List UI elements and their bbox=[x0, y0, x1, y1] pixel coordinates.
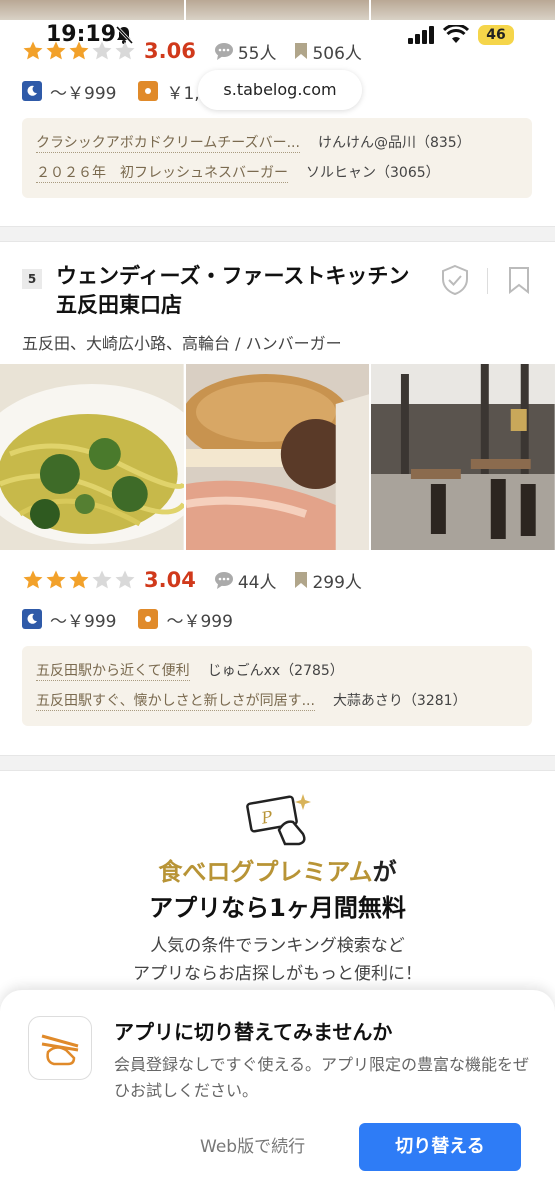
chopsticks-hand-icon bbox=[41, 1034, 79, 1066]
comment-icon bbox=[214, 572, 233, 589]
photo-interior[interactable] bbox=[371, 364, 555, 550]
star-filled-icon bbox=[46, 41, 66, 60]
action-divider bbox=[487, 268, 488, 294]
star-filled-icon bbox=[46, 570, 66, 589]
price-dinner: ～￥999 bbox=[22, 607, 116, 632]
shop-actions bbox=[440, 264, 540, 296]
review-snippet[interactable]: 五反田駅すぐ、懐かしさと新しさが同居す... 大蒜あさり（3281） bbox=[36, 686, 518, 716]
shop-name-link[interactable]: ウェンディーズ・ファーストキッチン 五反田東口店 bbox=[56, 262, 426, 320]
cellular-signal-icon bbox=[408, 26, 434, 44]
photo-pasta[interactable] bbox=[0, 364, 184, 550]
sun-icon bbox=[138, 609, 159, 629]
switch-to-app-button[interactable]: 切り替える bbox=[359, 1123, 521, 1171]
prev-review-count-label: 55人 bbox=[237, 43, 277, 64]
photo-burger[interactable] bbox=[185, 364, 370, 550]
price-row: ～￥999 ～￥999 bbox=[22, 606, 255, 632]
review-snippet-author: 大蒜あさり（3281） bbox=[332, 693, 467, 709]
wifi-icon bbox=[443, 25, 469, 43]
rating-score: 3.04 bbox=[144, 568, 196, 592]
star-empty-icon bbox=[115, 570, 135, 589]
prev-bookmark-count-label: 506人 bbox=[312, 43, 362, 64]
star-empty-icon bbox=[92, 570, 112, 589]
address-bar-url[interactable]: s.tabelog.com bbox=[198, 70, 362, 110]
review-snippet-author: けんけん@品川（835） bbox=[317, 135, 471, 151]
star-filled-icon bbox=[23, 41, 43, 60]
review-snippet-title[interactable]: 五反田駅すぐ、懐かしさと新しさが同居す... bbox=[36, 692, 315, 711]
review-snippet-title[interactable]: クラシックアボカドクリームチーズバー... bbox=[36, 134, 300, 153]
review-count-label: 44人 bbox=[237, 572, 277, 593]
prev-review-count: 55人 bbox=[214, 39, 277, 64]
previous-photo bbox=[185, 0, 370, 20]
review-snippets: 五反田駅から近くて便利 じゅごんxx（2785） 五反田駅すぐ、懐かしさと新しさ… bbox=[22, 646, 532, 726]
rank-badge: 5 bbox=[22, 269, 42, 289]
bookmark-count-label: 299人 bbox=[312, 572, 362, 593]
moon-icon bbox=[22, 81, 42, 101]
prev-price-dinner-label: ～￥999 bbox=[50, 83, 117, 104]
previous-photos-strip bbox=[0, 0, 555, 20]
star-filled-icon bbox=[23, 570, 43, 589]
promo-subtitle: アプリなら1ヶ月間無料 bbox=[149, 894, 406, 922]
continue-web-button[interactable]: Web版で続行 bbox=[200, 1132, 305, 1162]
review-snippet-title[interactable]: ２０２６年 初フレッシュネスバーガー bbox=[36, 164, 288, 183]
bookmark-icon[interactable] bbox=[508, 266, 530, 294]
promo-desc-line: 人気の条件でランキング検索など bbox=[150, 936, 405, 956]
promo-title: 食べログプレミアムが bbox=[0, 852, 555, 887]
promo-desc-line: アプリならお店探しがもっと便利に！ bbox=[133, 964, 422, 984]
review-snippet[interactable]: クラシックアボカドクリームチーズバー... けんけん@品川（835） bbox=[36, 128, 518, 158]
app-icon bbox=[28, 1016, 92, 1080]
price-lunch: ～￥999 bbox=[138, 607, 233, 632]
prev-review-snippets: クラシックアボカドクリームチーズバー... けんけん@品川（835） ２０２６年… bbox=[22, 118, 532, 198]
section-divider bbox=[0, 755, 555, 771]
moon-icon bbox=[22, 609, 42, 629]
prev-bookmark-count: 506人 bbox=[294, 39, 362, 64]
shop-photos[interactable] bbox=[0, 364, 555, 550]
star-empty-icon bbox=[92, 41, 112, 60]
review-snippet-title[interactable]: 五反田駅から近くて便利 bbox=[36, 662, 190, 681]
prev-price-dinner: ～￥999 bbox=[22, 79, 116, 104]
prev-rating-score: 3.06 bbox=[144, 39, 196, 63]
price-dinner-label: ～￥999 bbox=[50, 611, 117, 632]
promo-title-suffix: が bbox=[372, 858, 397, 886]
star-filled-icon bbox=[69, 41, 89, 60]
review-snippet[interactable]: 五反田駅から近くて便利 じゅごんxx（2785） bbox=[36, 656, 518, 686]
prev-price-lunch-label: ￥1, bbox=[166, 83, 200, 104]
review-count: 44人 bbox=[214, 568, 277, 593]
promo-title-premium: 食べログプレミアム bbox=[158, 858, 373, 886]
sheet-description: 会員登録なしですぐ使える。アプリ限定の豊富な機能をぜひお試しください。 bbox=[114, 1055, 530, 1100]
promo-description: 人気の条件でランキング検索など アプリならお店探しがもっと便利に！ bbox=[0, 932, 555, 988]
review-snippet[interactable]: ２０２６年 初フレッシュネスバーガー ソルヒャン（3065） bbox=[36, 158, 518, 188]
section-divider bbox=[0, 226, 555, 242]
visited-check-icon[interactable] bbox=[440, 264, 470, 296]
sheet-title: アプリに切り替えてみませんか bbox=[114, 1020, 393, 1044]
comment-icon bbox=[214, 43, 233, 60]
bookmark-count: 299人 bbox=[294, 568, 362, 593]
star-filled-icon bbox=[69, 570, 89, 589]
price-lunch-label: ～￥999 bbox=[166, 611, 233, 632]
review-snippet-author: じゅごんxx（2785） bbox=[207, 663, 344, 679]
shop-area-genre: 五反田、大崎広小路、高輪台 / ハンバーガー bbox=[22, 334, 342, 353]
star-rating bbox=[22, 569, 136, 591]
prev-star-rating bbox=[22, 40, 136, 62]
bookmark-small-icon bbox=[295, 572, 308, 588]
prev-price-lunch: ￥1, bbox=[138, 79, 200, 104]
battery-indicator: 46 bbox=[478, 25, 514, 45]
review-snippet-author: ソルヒャン（3065） bbox=[306, 165, 440, 181]
star-empty-icon bbox=[115, 41, 135, 60]
prev-price-row: ～￥999 ￥1, bbox=[22, 78, 222, 104]
previous-photo bbox=[0, 0, 184, 20]
sun-icon bbox=[138, 81, 159, 101]
app-switch-sheet: アプリに切り替えてみませんか 会員登録なしですぐ使える。アプリ限定の豊富な機能を… bbox=[0, 990, 555, 1200]
previous-photo bbox=[371, 0, 555, 20]
bookmark-small-icon bbox=[295, 43, 308, 59]
prev-rating-row: 3.06 55人 506人 bbox=[22, 36, 362, 66]
premium-hand-icon: P bbox=[246, 794, 311, 846]
rating-row: 3.04 44人 299人 bbox=[22, 565, 362, 595]
